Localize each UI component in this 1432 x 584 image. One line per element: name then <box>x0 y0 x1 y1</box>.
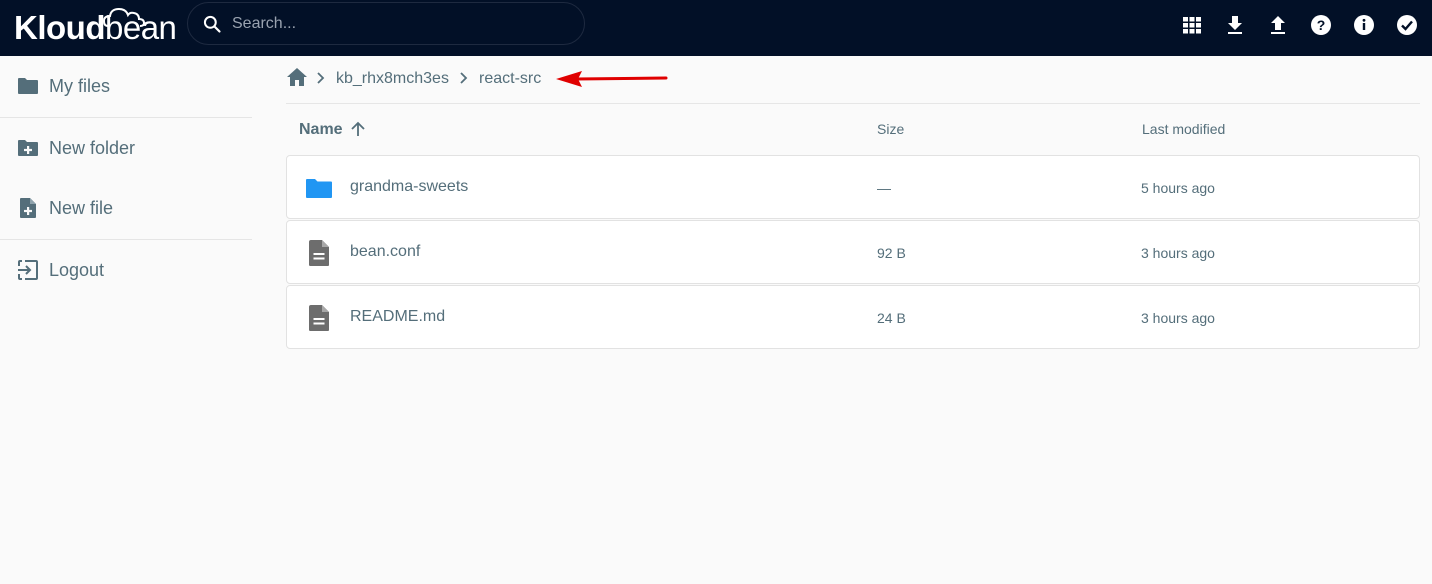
sidebar-divider <box>0 117 252 118</box>
download-button[interactable] <box>1222 12 1248 38</box>
sidebar-item-my-files[interactable]: My files <box>0 61 252 111</box>
row-last-modified: 3 hours ago <box>1141 245 1215 261</box>
file-icon <box>309 240 329 266</box>
annotation-arrow <box>556 71 668 87</box>
logo-text: Kloudbean <box>14 9 177 46</box>
download-icon <box>1228 16 1242 34</box>
sidebar-item-logout[interactable]: Logout <box>0 245 252 295</box>
info-icon <box>1354 15 1374 35</box>
row-name: README.md <box>350 308 446 325</box>
sort-ascending-icon[interactable] <box>349 120 367 138</box>
column-header-name[interactable]: Name <box>299 121 343 139</box>
row-size: 24 B <box>877 310 906 326</box>
sidebar-item-new-folder[interactable]: New folder <box>0 123 252 173</box>
kloudbean-logo[interactable]: Kloudbean <box>14 7 177 48</box>
grid-view-button[interactable] <box>1179 12 1205 38</box>
help-button[interactable]: ? <box>1308 12 1334 38</box>
header-divider <box>286 103 1420 104</box>
search-icon <box>203 15 221 33</box>
top-bar: Kloudbean ? <box>0 0 1432 56</box>
file-icon <box>309 305 329 331</box>
home-icon[interactable] <box>286 67 308 87</box>
logout-icon <box>18 260 38 280</box>
table-row[interactable]: grandma-sweets — 5 hours ago <box>286 155 1420 219</box>
row-last-modified: 3 hours ago <box>1141 310 1215 326</box>
sidebar-divider <box>0 239 252 240</box>
info-button[interactable] <box>1351 12 1377 38</box>
row-last-modified: 5 hours ago <box>1141 180 1215 196</box>
folder-icon <box>18 78 38 94</box>
grid-view-icon <box>1183 17 1201 34</box>
sidebar-item-label: New file <box>49 198 114 218</box>
create-file-icon <box>20 198 36 218</box>
upload-button[interactable] <box>1265 12 1291 38</box>
help-icon: ? <box>1311 15 1331 35</box>
search-input[interactable] <box>232 11 562 37</box>
create-folder-icon <box>18 140 38 156</box>
breadcrumb-item[interactable]: kb_rhx8mch3es <box>336 70 449 88</box>
row-size: — <box>877 180 891 196</box>
row-size: 92 B <box>877 245 906 261</box>
search-box[interactable] <box>187 2 585 45</box>
row-name: grandma-sweets <box>350 178 469 195</box>
svg-text:?: ? <box>1317 17 1326 33</box>
select-all-button[interactable] <box>1394 12 1420 38</box>
sidebar-item-new-file[interactable]: New file <box>0 183 252 233</box>
table-row[interactable]: bean.conf 92 B 3 hours ago <box>286 220 1420 284</box>
breadcrumb-item-current[interactable]: react-src <box>479 70 541 88</box>
folder-icon <box>306 179 332 198</box>
row-name: bean.conf <box>350 243 421 260</box>
column-header-last-modified[interactable]: Last modified <box>1142 121 1225 137</box>
sidebar-item-label: My files <box>49 76 111 96</box>
table-row[interactable]: README.md 24 B 3 hours ago <box>286 285 1420 349</box>
sidebar-item-label: Logout <box>49 260 105 280</box>
check-circle-icon <box>1397 15 1417 35</box>
column-header-size[interactable]: Size <box>877 121 904 137</box>
chevron-right-icon <box>460 72 468 84</box>
upload-icon <box>1271 16 1285 34</box>
chevron-right-icon <box>317 72 325 84</box>
sidebar-item-label: New folder <box>49 138 136 158</box>
